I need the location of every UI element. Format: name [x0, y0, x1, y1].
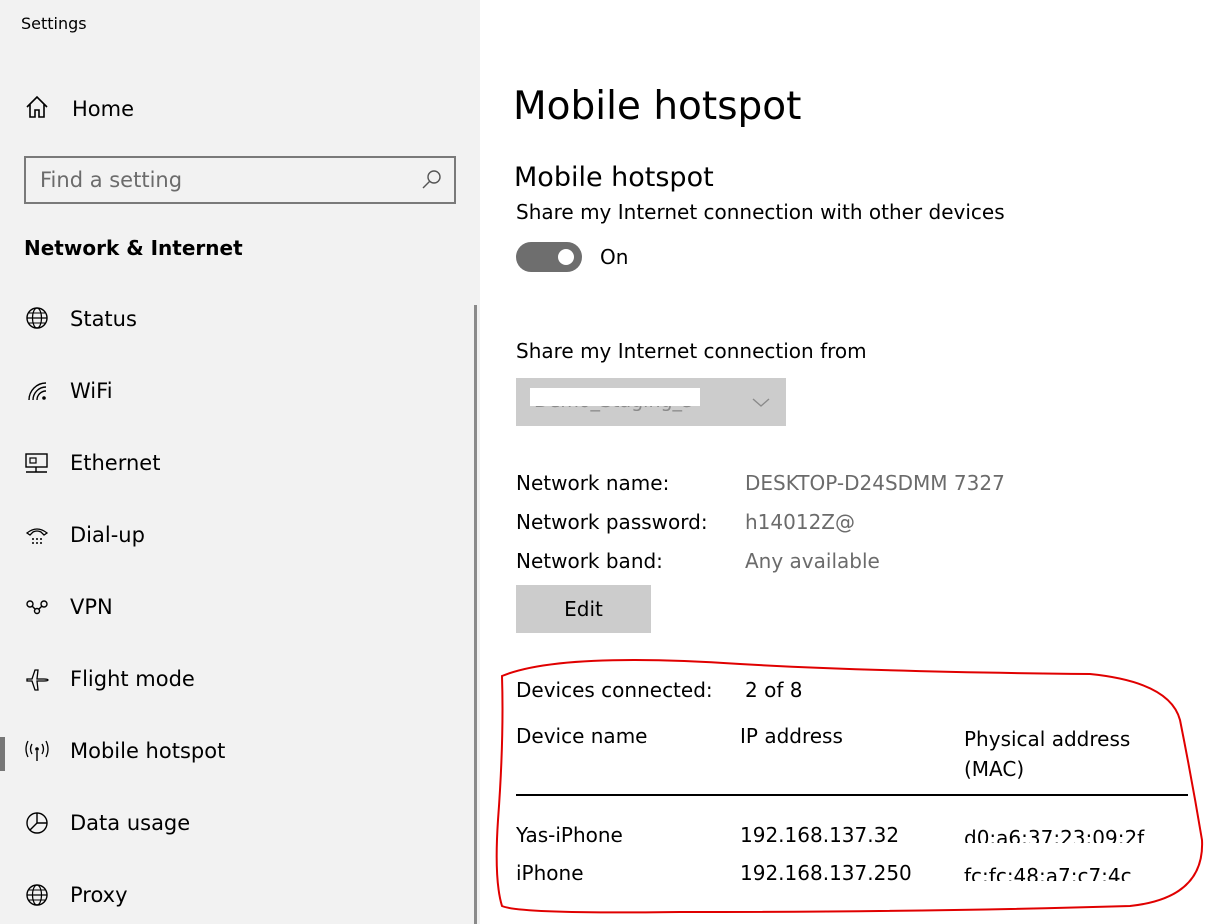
hotspot-toggle[interactable] — [516, 242, 582, 272]
devices-connected-value: 2 of 8 — [745, 678, 803, 702]
device-name-cell: iPhone — [516, 861, 584, 885]
sidebar-item-label: Flight mode — [70, 667, 195, 691]
search-box[interactable] — [24, 156, 456, 204]
main-content: Mobile hotspot Mobile hotspot Share my I… — [480, 0, 1209, 924]
devices-connected-label: Devices connected: — [516, 678, 713, 702]
network-name-label: Network name: — [516, 471, 670, 495]
table-divider — [516, 794, 1188, 796]
share-description: Share my Internet connection with other … — [516, 200, 1005, 224]
network-band-row: Network band: Any available — [516, 549, 880, 573]
sidebar-item-status[interactable]: Status — [0, 283, 474, 355]
section-heading: Mobile hotspot — [514, 162, 714, 193]
globe-status-icon — [24, 306, 50, 332]
sidebar-item-label: Mobile hotspot — [70, 739, 226, 763]
chevron-down-icon — [750, 392, 772, 412]
sidebar-item-proxy[interactable]: Proxy — [0, 859, 474, 924]
sidebar-item-label: Dial-up — [70, 523, 145, 547]
column-header: Physical address (MAC) — [964, 727, 1131, 781]
network-password-row: Network password: h14012Z@ — [516, 510, 855, 534]
search-icon[interactable] — [420, 168, 444, 192]
globe-icon — [24, 882, 50, 908]
table-header: Device name IP address Physical address … — [516, 724, 1188, 794]
sidebar-scrollbar[interactable] — [474, 305, 477, 924]
ethernet-icon — [24, 450, 50, 476]
ip-address-cell: 192.168.137.32 — [740, 823, 900, 847]
sidebar-item-ethernet[interactable]: Ethernet — [0, 427, 474, 499]
network-password-value: h14012Z@ — [745, 510, 855, 534]
toggle-state-label: On — [600, 245, 629, 269]
sidebar-item-flight-mode[interactable]: Flight mode — [0, 643, 474, 715]
sidebar-item-vpn[interactable]: VPN — [0, 571, 474, 643]
network-password-label: Network password: — [516, 510, 708, 534]
data-usage-icon — [24, 810, 50, 836]
toggle-knob — [558, 249, 574, 265]
sidebar-item-label: WiFi — [70, 379, 113, 403]
sidebar-item-label: Status — [70, 307, 137, 331]
redaction-box — [530, 388, 700, 406]
column-header: IP address — [740, 724, 843, 748]
sidebar-item-data-usage[interactable]: Data usage — [0, 787, 474, 859]
network-band-value: Any available — [745, 549, 880, 573]
home-icon — [24, 94, 50, 124]
page-title: Mobile hotspot — [513, 84, 802, 129]
devices-table: Device name IP address Physical address … — [516, 724, 1188, 794]
home-nav-item[interactable]: Home — [24, 94, 134, 124]
sidebar-item-label: VPN — [70, 595, 113, 619]
sidebar-item-label: Ethernet — [70, 451, 161, 475]
mac-address-cell: d0:a6:37:23:09:2f — [964, 826, 1145, 843]
share-from-label: Share my Internet connection from — [516, 339, 867, 363]
home-label: Home — [72, 97, 135, 121]
device-name-cell: Yas-iPhone — [516, 823, 623, 847]
column-header: Device name — [516, 724, 648, 748]
hotspot-icon — [24, 738, 50, 764]
sidebar: Settings Home Network & Internet Status … — [0, 0, 480, 924]
mac-address-cell: fc:fc:48:a7:c7:4c — [964, 864, 1132, 881]
table-row: iPhone 192.168.137.250 fc:fc:48:a7:c7:4c — [516, 861, 1188, 885]
sidebar-item-dial-up[interactable]: Dial-up — [0, 499, 474, 571]
devices-connected-row: Devices connected: 2 of 8 — [516, 678, 802, 702]
search-input[interactable] — [40, 166, 420, 194]
sidebar-item-mobile-hotspot[interactable]: Mobile hotspot — [0, 715, 474, 787]
table-row: Yas-iPhone 192.168.137.32 d0:a6:37:23:09… — [516, 823, 1188, 847]
vpn-icon — [24, 594, 50, 620]
airplane-icon — [24, 666, 50, 692]
sidebar-nav: Status WiFi Ethernet Dial-up VPN Flight … — [0, 283, 474, 924]
share-from-dropdown[interactable]: Demo_Staging_5 — [516, 378, 786, 426]
sidebar-item-label: Proxy — [70, 883, 128, 907]
sidebar-item-label: Data usage — [70, 811, 191, 835]
network-name-value: DESKTOP-D24SDMM 7327 — [745, 471, 1005, 495]
window-title: Settings — [21, 14, 87, 33]
wifi-icon — [24, 378, 50, 404]
section-title: Network & Internet — [24, 236, 243, 260]
sidebar-item-wifi[interactable]: WiFi — [0, 355, 474, 427]
network-band-label: Network band: — [516, 549, 663, 573]
ip-address-cell: 192.168.137.250 — [740, 861, 912, 885]
network-name-row: Network name: DESKTOP-D24SDMM 7327 — [516, 471, 1005, 495]
dial-up-icon — [24, 522, 50, 548]
edit-button[interactable]: Edit — [516, 585, 651, 633]
